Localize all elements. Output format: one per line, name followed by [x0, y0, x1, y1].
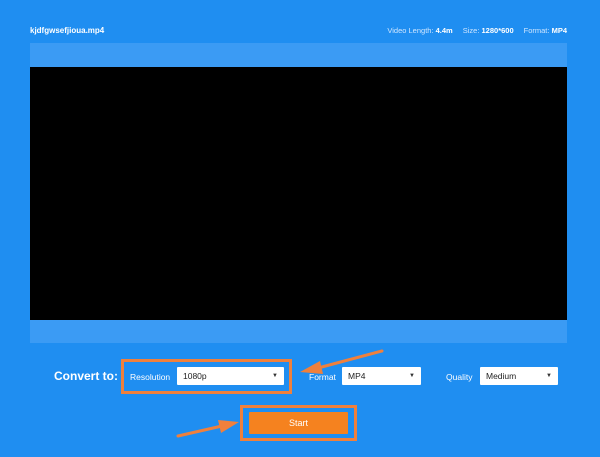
- filename: kjdfgwsefjioua.mp4: [30, 26, 105, 35]
- format-info-value: MP4: [551, 26, 567, 35]
- size-label: Size:: [462, 26, 480, 35]
- quality-chevron-down-icon: ▼: [546, 373, 552, 379]
- format-info-label: Format:: [523, 26, 550, 35]
- start-button[interactable]: Start: [249, 412, 348, 434]
- video-format: Format: MP4: [524, 26, 567, 35]
- video-length: Video Length: 4.4m: [387, 26, 452, 35]
- quality-value: Medium: [486, 371, 517, 381]
- format-label: Format: [309, 372, 336, 382]
- video-player[interactable]: [30, 43, 567, 343]
- format-chevron-down-icon: ▼: [409, 373, 415, 379]
- video-info: Video Length: 4.4m Size: 1280*600 Format…: [387, 26, 567, 35]
- video-preview[interactable]: [30, 67, 567, 320]
- resolution-label: Resolution: [130, 372, 171, 382]
- video-size: Size: 1280*600: [463, 26, 514, 35]
- resolution-select[interactable]: 1080p ▼: [177, 367, 284, 385]
- format-value: MP4: [348, 371, 366, 381]
- size-value: 1280*600: [481, 26, 514, 35]
- quality-label: Quality: [446, 372, 473, 382]
- convert-to-label: Convert to:: [54, 369, 118, 383]
- arrow-to-start-icon: [176, 420, 239, 438]
- resolution-chevron-down-icon: ▼: [272, 373, 278, 379]
- quality-select[interactable]: Medium ▼: [480, 367, 558, 385]
- resolution-value: 1080p: [183, 371, 207, 381]
- video-length-label: Video Length:: [387, 26, 434, 35]
- format-select[interactable]: MP4 ▼: [342, 367, 421, 385]
- video-length-value: 4.4m: [435, 26, 453, 35]
